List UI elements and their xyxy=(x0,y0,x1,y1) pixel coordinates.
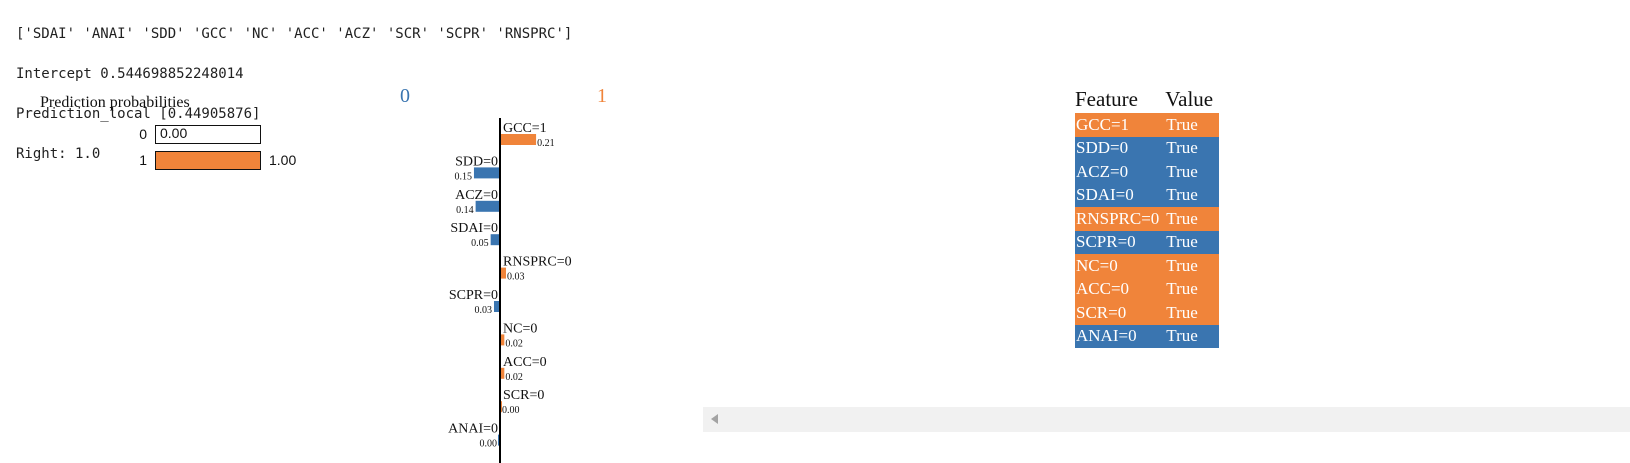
table-row: SDAI=0 True xyxy=(1075,183,1220,207)
proba-class-label: 0 xyxy=(139,126,147,142)
proba-bar-1 xyxy=(156,152,260,169)
feature-cell: SCPR=0 xyxy=(1076,232,1136,252)
value-cell: True xyxy=(1166,255,1198,275)
feature-cell: RNSPRC=0 xyxy=(1076,208,1160,228)
feature-label: GCC=1 xyxy=(503,121,547,136)
horizontal-scrollbar[interactable] xyxy=(703,407,1630,432)
value-label: 0.14 xyxy=(456,205,474,216)
value-label: 0.00 xyxy=(480,439,498,450)
proba-class-label: 1 xyxy=(139,152,147,168)
feature-label: SDAI=0 xyxy=(450,221,498,236)
proba-value-label: 1.00 xyxy=(269,152,297,168)
table-row: RNSPRC=0 True xyxy=(1075,207,1220,231)
table-row: ANAI=0 True xyxy=(1075,324,1220,348)
value-cell: True xyxy=(1166,138,1198,158)
feature-label: ANAI=0 xyxy=(448,422,498,437)
value-label: 0.03 xyxy=(474,305,492,316)
value-cell: True xyxy=(1166,326,1198,346)
header-feature: Feature xyxy=(1075,87,1138,111)
class-0-heading: 0 xyxy=(400,85,410,107)
contribution-bar xyxy=(501,367,505,379)
feature-label: ACC=0 xyxy=(503,355,547,370)
value-label: 0.21 xyxy=(537,138,555,149)
output-intercept: Intercept 0.544698852248014 xyxy=(16,66,244,82)
table-row: NC=0 True xyxy=(1075,254,1220,278)
output-feature-list: ['SDAI' 'ANAI' 'SDD' 'GCC' 'NC' 'ACC' 'A… xyxy=(16,26,573,42)
proba-bar-frame xyxy=(155,151,261,170)
value-cell: True xyxy=(1166,208,1198,228)
table-row: ACZ=0 True xyxy=(1075,160,1220,184)
header-value: Value xyxy=(1165,87,1214,111)
value-cell: True xyxy=(1166,302,1198,322)
value-label: 0.15 xyxy=(454,171,472,182)
contribution-bar xyxy=(501,334,505,346)
feature-cell: SDD=0 xyxy=(1076,138,1129,158)
class-1-heading: 1 xyxy=(597,85,607,107)
feature-value-table: Feature Value GCC=1 True SDD=0 True ACZ=0 Tru… xyxy=(1075,86,1220,348)
value-cell: True xyxy=(1166,114,1198,134)
proba-bar-frame: 0.00 xyxy=(155,125,261,144)
proba-title: Prediction probabilities xyxy=(40,94,190,111)
table-header-row: Feature Value xyxy=(1075,86,1219,113)
feature-cell: NC=0 xyxy=(1076,255,1118,275)
contribution-bar xyxy=(490,234,499,246)
feature-cell: ACZ=0 xyxy=(1076,161,1129,181)
contribution-bar xyxy=(501,134,537,145)
feature-label: SDD=0 xyxy=(455,154,498,169)
feature-cell: ACC=0 xyxy=(1076,279,1130,299)
table-row: SDD=0 True xyxy=(1075,136,1220,160)
table-row: SCPR=0 True xyxy=(1075,230,1220,254)
feature-label: RNSPRC=0 xyxy=(503,255,572,270)
value-label: 0.03 xyxy=(507,272,525,283)
contribution-bar xyxy=(473,167,499,179)
prediction-probabilities: Prediction probabilities 0 0.00 1 1.00 xyxy=(38,92,338,182)
value-label: 0.02 xyxy=(505,372,522,383)
value-cell: True xyxy=(1166,279,1198,299)
value-label: 0.05 xyxy=(471,238,489,249)
feature-label: NC=0 xyxy=(503,321,537,336)
value-label: 0.02 xyxy=(505,338,522,349)
value-cell: True xyxy=(1166,232,1198,252)
feature-cell: SDAI=0 xyxy=(1076,185,1134,205)
value-label: 0.00 xyxy=(502,405,520,416)
feature-cell: SCR=0 xyxy=(1076,302,1127,322)
table-row: GCC=1 True xyxy=(1075,113,1220,137)
feature-label: SCR=0 xyxy=(503,388,544,403)
contribution-bar xyxy=(501,267,507,279)
contribution-bar xyxy=(498,434,499,446)
value-cell: True xyxy=(1166,185,1198,205)
proba-value-label: 0.00 xyxy=(160,125,188,141)
contribution-bar xyxy=(475,200,499,212)
triangle-left-icon[interactable] xyxy=(711,414,718,424)
table-row: ACC=0 True xyxy=(1075,277,1220,301)
feature-contribution-chart: 0 1 GCC=1 0.21 SDD=0 0.15 ACZ=0 0.14 SDAI=0 0.05 R… xyxy=(400,85,607,463)
feature-cell: GCC=1 xyxy=(1076,114,1130,134)
feature-label: ACZ=0 xyxy=(455,188,498,203)
contribution-bar xyxy=(493,301,499,312)
feature-cell: ANAI=0 xyxy=(1076,326,1137,346)
value-cell: True xyxy=(1166,161,1198,181)
table-row: SCR=0 True xyxy=(1075,301,1220,325)
feature-label: SCPR=0 xyxy=(449,288,498,303)
